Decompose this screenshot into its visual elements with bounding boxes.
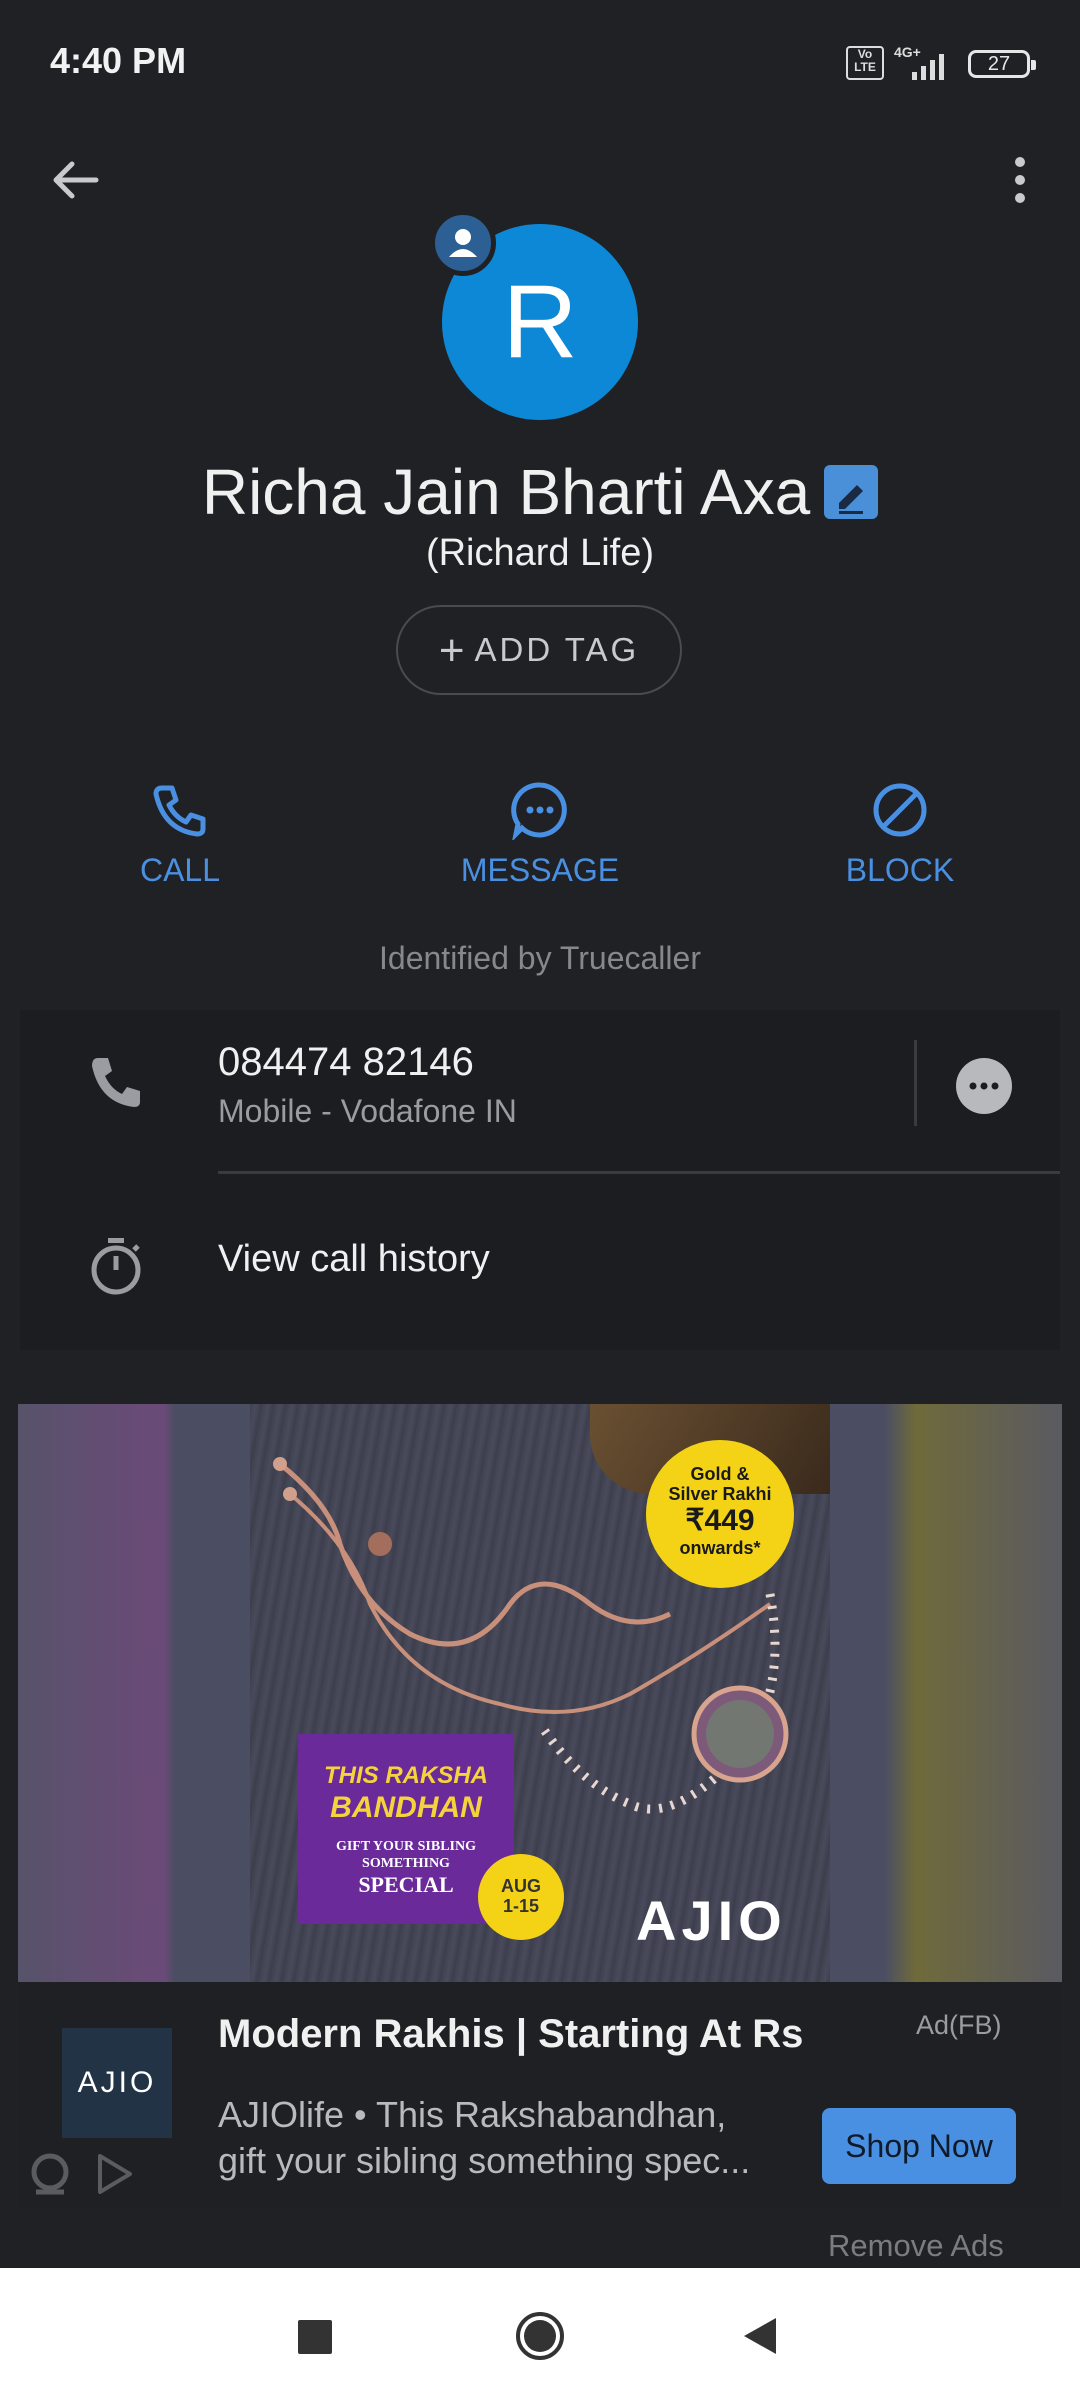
view-call-history-link[interactable]: View call history: [218, 1238, 490, 1281]
contact-source-icon: [430, 210, 496, 276]
promo-title: THIS RAKSHA: [323, 1762, 488, 1789]
divider: [218, 1171, 1060, 1174]
home-icon[interactable]: [514, 2310, 566, 2362]
signal-icon: [912, 54, 944, 80]
person-icon: [449, 229, 477, 257]
promo-subtitle: SOMETHING: [362, 1856, 450, 1871]
brand-overlay: AJIO: [636, 1889, 787, 1952]
sms-icon: [969, 1082, 999, 1090]
divider: [914, 1040, 917, 1126]
block-label: BLOCK: [845, 852, 955, 888]
advertiser-logo[interactable]: AJIO: [62, 2028, 172, 2138]
message-label: MESSAGE: [460, 852, 620, 888]
contact-name: Richa Jain Bharti Axa: [201, 456, 811, 529]
back-arrow-icon[interactable]: [44, 150, 108, 210]
sms-button[interactable]: [956, 1058, 1012, 1114]
add-tag-button[interactable]: + ADD TAG: [396, 605, 682, 695]
ad-label: Ad(FB): [916, 2010, 1002, 2040]
chat-bubble-icon: [511, 782, 567, 840]
add-tag-label: ADD TAG: [474, 631, 640, 668]
phone-icon: [92, 1058, 140, 1107]
message-button[interactable]: MESSAGE: [420, 780, 660, 889]
shop-now-button[interactable]: Shop Now: [822, 2108, 1016, 2184]
ad-image[interactable]: Gold & Silver Rakhi ₹449 onwards* THIS R…: [18, 1404, 1062, 1982]
phone-type: Mobile - Vodafone IN: [218, 1093, 517, 1129]
promo-subtitle: GIFT YOUR SIBLING: [335, 1839, 477, 1854]
date-badge: AUG 1-15: [478, 1854, 564, 1940]
call-label: CALL: [139, 852, 221, 888]
badge-price: ₹449: [685, 1504, 755, 1537]
ad-title[interactable]: Modern Rakhis | Starting At Rs: [218, 2012, 803, 2057]
ad-body-line: AJIOlife • This Rakshabandhan,: [218, 2094, 727, 2135]
adchoices-icon[interactable]: [28, 2152, 72, 2196]
ad-body[interactable]: AJIOlife • This Rakshabandhan, gift your…: [218, 2092, 808, 2184]
promo-title: BANDHAN: [330, 1791, 482, 1824]
recents-icon[interactable]: [298, 2320, 332, 2354]
ad-body-line: gift your sibling something spec...: [218, 2140, 751, 2181]
contact-name-row: Richa Jain Bharti Axa: [0, 450, 1080, 529]
pencil-icon: [839, 485, 864, 515]
badge-line: Silver Rakhi: [668, 1484, 772, 1504]
badge-line: onwards*: [679, 1538, 761, 1558]
phone-icon: [153, 785, 206, 837]
phone-number[interactable]: 084474 82146: [218, 1040, 474, 1085]
call-button[interactable]: CALL: [60, 780, 300, 889]
timer-icon: [91, 1238, 141, 1295]
ad-photo: Gold & Silver Rakhi ₹449 onwards* THIS R…: [250, 1404, 830, 1982]
date-badge-days: 1-15: [502, 1896, 540, 1916]
volte-icon: Vo LTE: [846, 46, 884, 80]
block-button[interactable]: BLOCK: [780, 780, 1020, 889]
back-icon[interactable]: [740, 2314, 780, 2358]
identified-by-text: Identified by Truecaller: [379, 940, 701, 976]
block-icon: [873, 783, 927, 837]
more-options-icon[interactable]: [1000, 150, 1040, 210]
remove-ads-link[interactable]: Remove Ads: [828, 2228, 1004, 2264]
badge-line: Gold &: [690, 1464, 750, 1484]
contact-subtitle: (Richard Life): [425, 532, 655, 574]
edit-name-button[interactable]: [824, 465, 879, 520]
details-card: [20, 1010, 1060, 1350]
ad-info-icon[interactable]: [92, 2152, 136, 2196]
plus-icon: +: [438, 626, 465, 675]
battery-icon: 27: [968, 50, 1036, 78]
date-badge-month: AUG: [501, 1876, 541, 1896]
price-badge: Gold & Silver Rakhi ₹449 onwards*: [646, 1440, 794, 1588]
status-time: 4:40 PM: [50, 40, 187, 81]
